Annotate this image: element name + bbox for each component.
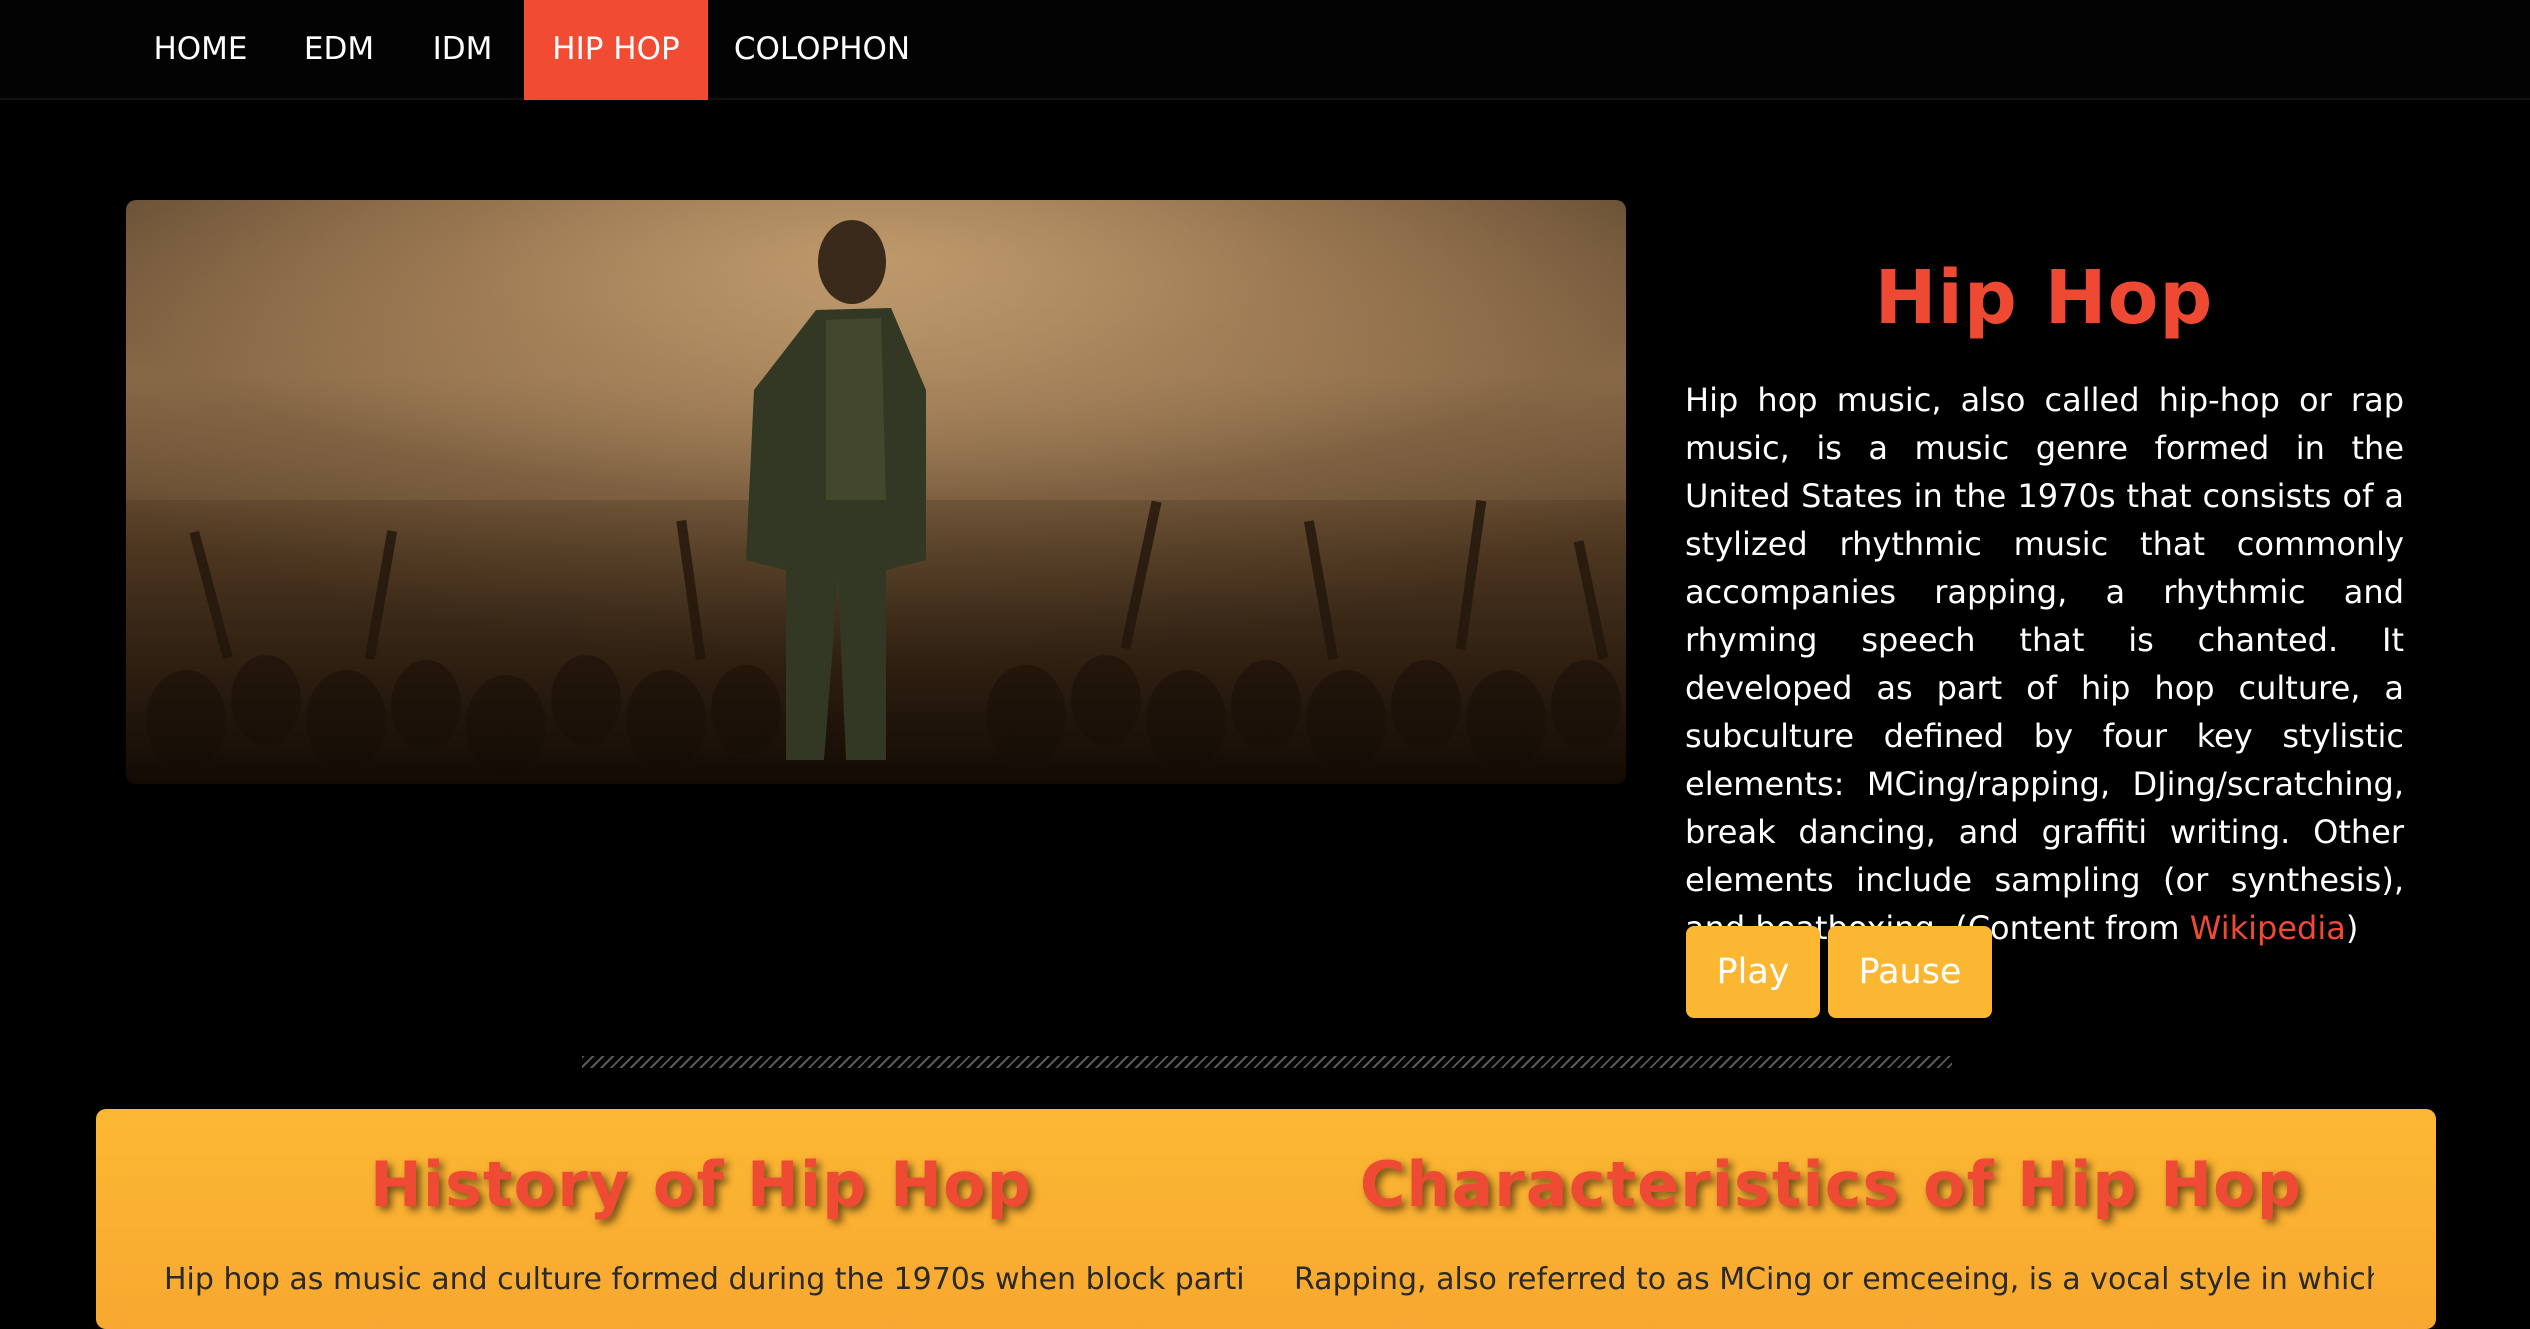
description-end: ) xyxy=(2345,909,2359,947)
nav-item-edm[interactable]: EDM xyxy=(286,0,392,100)
top-nav: HOME EDM IDM HIP HOP COLOPHON xyxy=(0,0,2530,100)
nav-item-home[interactable]: HOME xyxy=(130,0,271,100)
hero-description: Hip hop music, also called hip-hop or ra… xyxy=(1685,376,2404,952)
wikipedia-link[interactable]: Wikipedia xyxy=(2190,909,2346,947)
hero-image xyxy=(126,200,1626,784)
history-text: Hip hop as music and culture formed duri… xyxy=(164,1262,1244,1297)
play-button[interactable]: Play xyxy=(1686,926,1820,1018)
description-text: Hip hop music, also called hip-hop or ra… xyxy=(1685,381,2404,947)
section-divider xyxy=(582,1056,1952,1068)
concert-illustration xyxy=(126,200,1626,784)
pause-button[interactable]: Pause xyxy=(1828,926,1992,1018)
characteristics-title: Characteristics of Hip Hop xyxy=(1359,1148,2303,1221)
nav-item-idm[interactable]: IDM xyxy=(410,0,515,100)
page-title: Hip Hop xyxy=(1874,255,2214,341)
nav-item-colophon[interactable]: COLOPHON xyxy=(720,0,924,100)
characteristics-text: Rapping, also referred to as MCing or em… xyxy=(1294,1262,2374,1297)
nav-item-hip-hop[interactable]: HIP HOP xyxy=(524,0,708,100)
history-title: History of Hip Hop xyxy=(370,1148,1032,1221)
